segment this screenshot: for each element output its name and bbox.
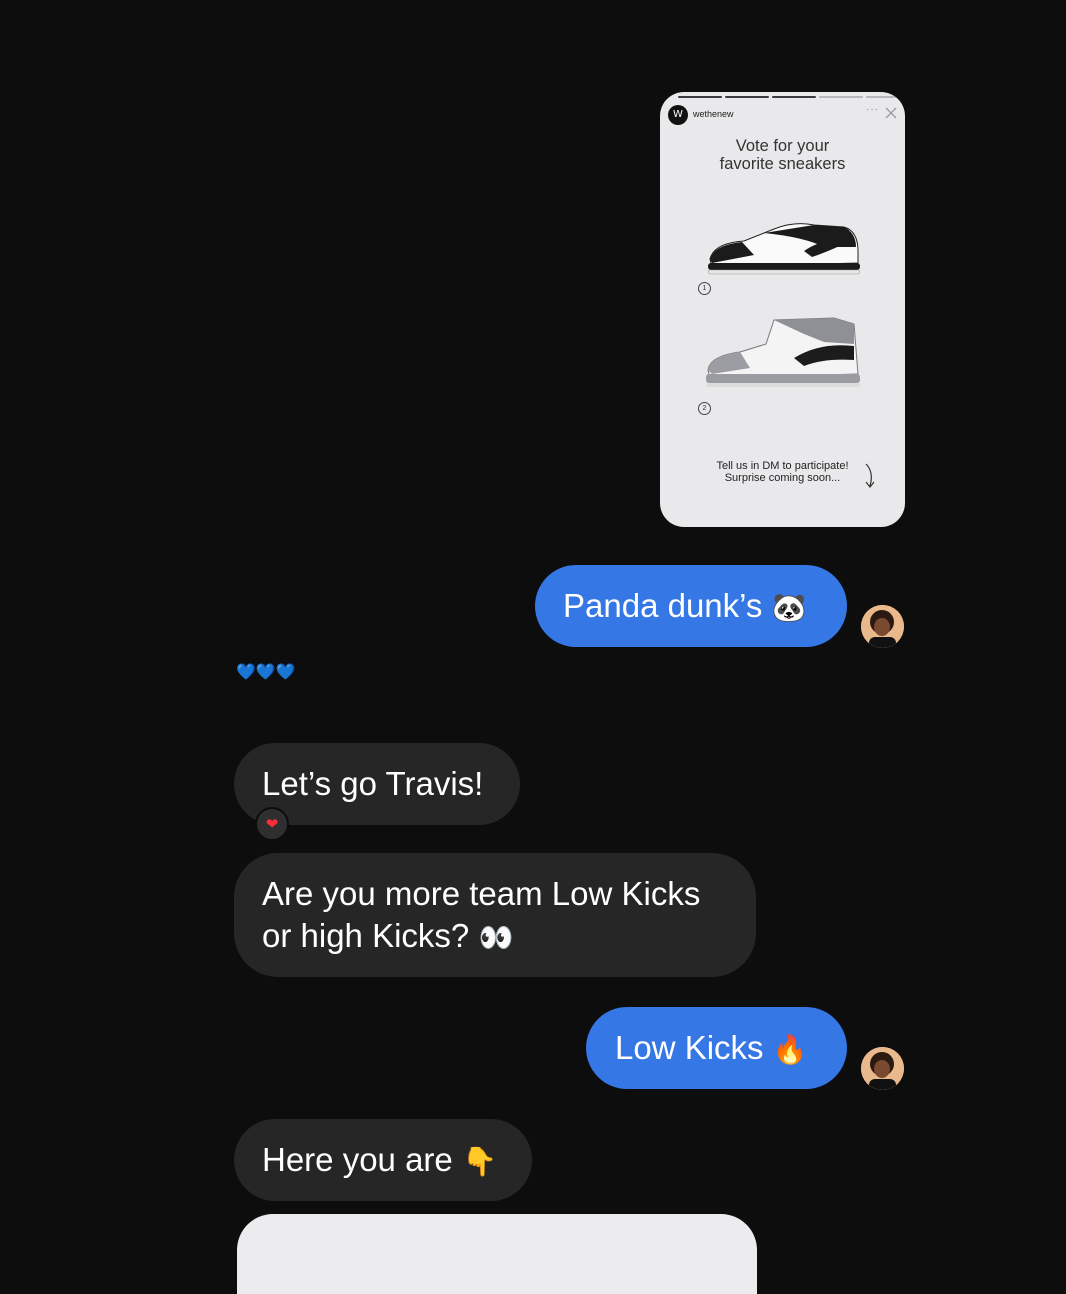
heart-reaction-icon[interactable]: ❤ <box>255 807 289 841</box>
story-progress-bar <box>678 96 905 98</box>
panda-emoji: 🐼 <box>771 592 807 623</box>
mid-sneaker-image <box>706 317 860 387</box>
user-avatar[interactable] <box>861 605 904 648</box>
message-text: Let’s go Travis! <box>262 765 484 802</box>
sent-message-bubble[interactable]: Low Kicks 🔥 <box>586 1007 847 1089</box>
heart-emoji-message[interactable]: 💙💙💙 <box>236 662 296 682</box>
shared-story-card[interactable]: W wethenew ··· Vote for your favorite sn… <box>660 92 905 527</box>
attachment-preview-card[interactable] <box>237 1214 757 1294</box>
account-logo: W <box>668 105 688 125</box>
message-text: Low Kicks <box>615 1029 764 1066</box>
user-avatar[interactable] <box>861 1047 904 1090</box>
close-icon[interactable] <box>883 105 899 121</box>
message-text-line-1: Are you more team Low Kicks <box>262 875 701 912</box>
message-text-line-2: or high Kicks? <box>262 917 470 954</box>
fire-emoji: 🔥 <box>772 1034 808 1065</box>
received-message-bubble[interactable]: Are you more team Low Kicks or high Kick… <box>234 853 756 977</box>
option-number-1: 1 <box>698 282 711 295</box>
more-options-icon[interactable]: ··· <box>866 104 879 115</box>
message-text: Panda dunk’s <box>563 587 763 624</box>
low-sneaker-image <box>707 223 861 275</box>
sent-message-bubble[interactable]: Panda dunk’s 🐼 <box>535 565 847 647</box>
pointing-down-emoji: 👇 <box>461 1146 497 1177</box>
story-footer-text: Tell us in DM to participate! Surprise c… <box>716 460 849 484</box>
account-handle: wethenew <box>693 109 734 119</box>
option-number-2: 2 <box>698 402 711 415</box>
message-text: Here you are <box>262 1141 453 1178</box>
eyes-emoji: 👀 <box>478 922 514 953</box>
received-message-bubble[interactable]: Here you are 👇 <box>234 1119 532 1201</box>
curved-arrow-icon <box>865 463 875 488</box>
story-heading: Vote for your favorite sneakers <box>719 137 846 173</box>
